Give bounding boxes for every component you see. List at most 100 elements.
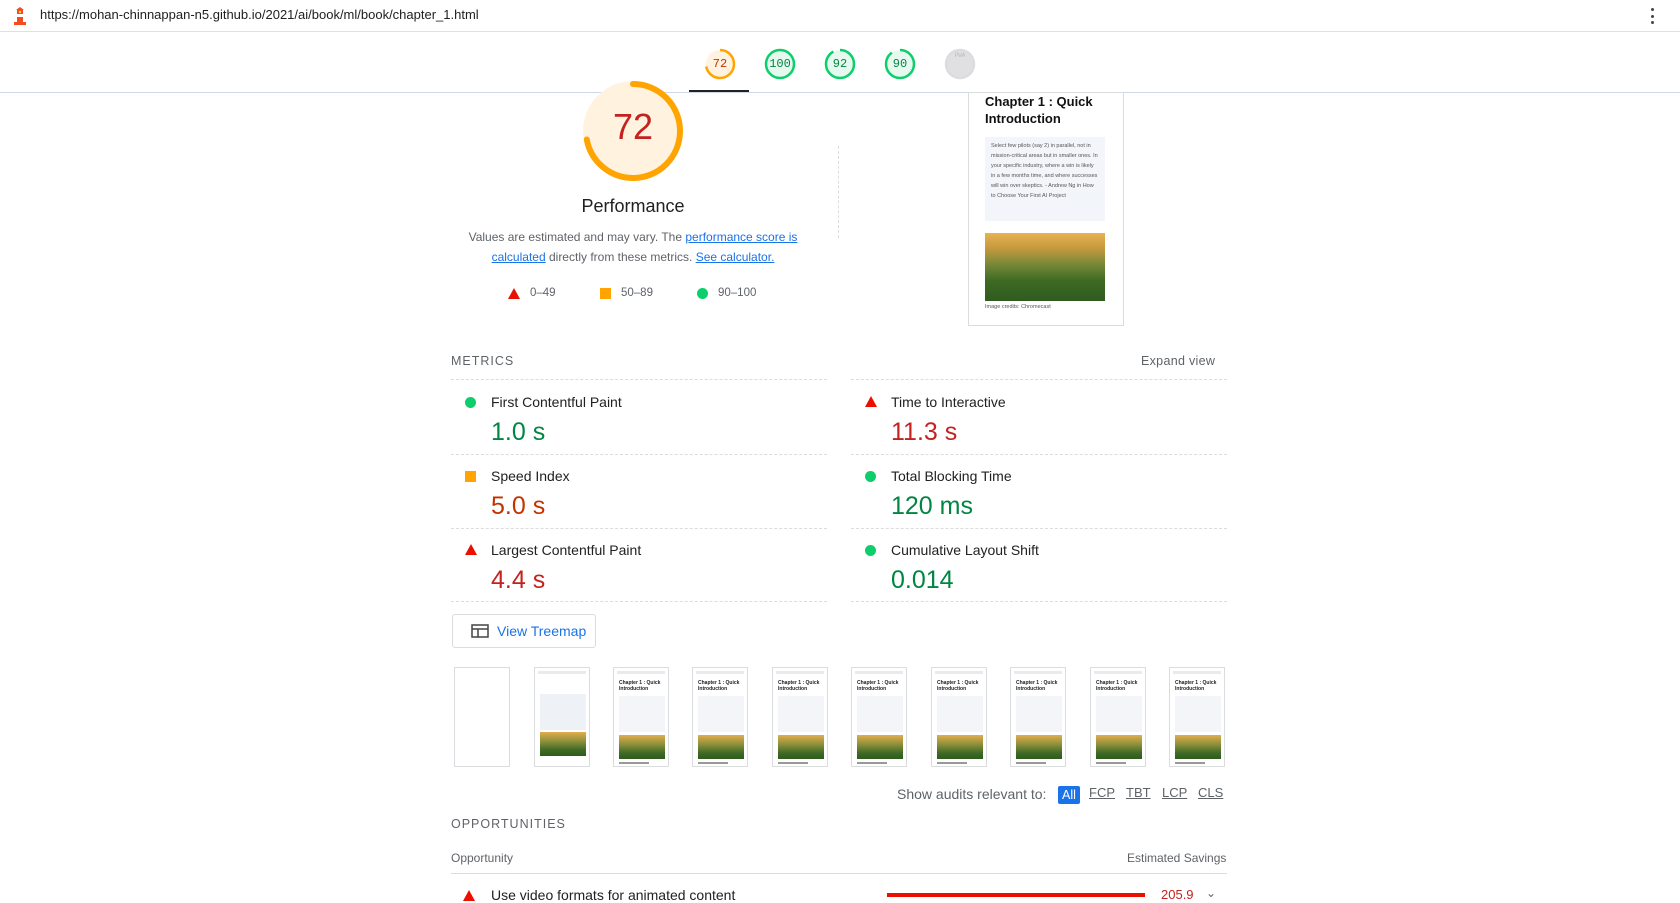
performance-description: Values are estimated and may vary. The p… xyxy=(464,227,802,267)
metric-name: Speed Index xyxy=(491,468,570,484)
treemap-icon xyxy=(471,624,489,638)
expand-view-toggle[interactable]: Expand view xyxy=(1141,354,1215,368)
filmstrip-frame: Chapter 1 : Quick Introduction xyxy=(772,667,828,767)
divider xyxy=(851,454,1227,455)
final-screenshot[interactable]: Chapter 1 : Quick Introduction Select fe… xyxy=(968,92,1124,326)
filter-fcp-chip[interactable]: FCP xyxy=(1089,785,1115,800)
fail-triangle-icon xyxy=(865,396,877,407)
divider xyxy=(851,528,1227,529)
metrics-heading: METRICS xyxy=(451,354,515,368)
pwa-score-gauge[interactable]: PWA xyxy=(943,47,977,81)
category-score: 90 xyxy=(892,57,908,71)
page-url: https://mohan-chinnappan-n5.github.io/20… xyxy=(40,7,479,22)
screenshot-quote: Select few pilots (say 2) in parallel, n… xyxy=(985,137,1105,221)
screenshot-title: Chapter 1 : Quick Introduction xyxy=(985,94,1093,126)
metric-name: Largest Contentful Paint xyxy=(491,542,642,558)
active-category-underline xyxy=(689,90,749,92)
legend-range: 0–49 xyxy=(530,287,556,299)
frame-title: Chapter 1 : Quick Introduction xyxy=(857,680,899,692)
divider xyxy=(451,379,827,380)
frame-title: Chapter 1 : Quick Introduction xyxy=(1096,680,1138,692)
square-icon xyxy=(600,287,611,299)
filmstrip-frame xyxy=(534,667,590,767)
legend-average: 50–89 xyxy=(600,287,653,299)
category-score-header: 72 100 92 90 PWA xyxy=(0,32,1680,93)
divider xyxy=(451,454,827,455)
filter-all-chip[interactable]: All xyxy=(1058,786,1080,804)
metric-name: Time to Interactive xyxy=(891,394,1006,410)
accessibility-score-gauge[interactable]: 100 xyxy=(763,47,797,81)
metric-name: Total Blocking Time xyxy=(891,468,1012,484)
fail-triangle-icon xyxy=(463,890,475,901)
frame-title: Chapter 1 : Quick Introduction xyxy=(778,680,820,692)
filmstrip-frame: Chapter 1 : Quick Introduction xyxy=(1169,667,1225,767)
address-bar: https://mohan-chinnappan-n5.github.io/20… xyxy=(0,0,1680,32)
divider xyxy=(851,379,1227,380)
frame-title: Chapter 1 : Quick Introduction xyxy=(698,680,740,692)
metric-value: 5.0 s xyxy=(491,492,546,520)
filmstrip-frame: Chapter 1 : Quick Introduction xyxy=(692,667,748,767)
divider xyxy=(451,528,827,529)
category-score: PWA xyxy=(954,52,966,59)
opportunities-heading: OPPORTUNITIES xyxy=(451,817,566,831)
pass-circle-icon xyxy=(465,397,476,408)
view-treemap-button[interactable]: View Treemap xyxy=(452,614,596,648)
metric-value: 1.0 s xyxy=(491,418,546,446)
circle-icon xyxy=(697,287,708,299)
see-calculator-link[interactable]: See calculator. xyxy=(696,250,775,264)
frame-title: Chapter 1 : Quick Introduction xyxy=(1175,680,1217,692)
filter-lcp-chip[interactable]: LCP xyxy=(1162,785,1187,800)
metric-tti: Time to Interactive 11.3 s xyxy=(851,384,1221,454)
best-practices-score-gauge[interactable]: 92 xyxy=(823,47,857,81)
screenshot-landscape-image xyxy=(985,233,1105,301)
opportunity-title[interactable]: Use video formats for animated content xyxy=(491,887,735,903)
desc-text-2: directly from these metrics. xyxy=(545,250,696,264)
filter-cls-chip[interactable]: CLS xyxy=(1198,785,1223,800)
metric-fcp: First Contentful Paint 1.0 s xyxy=(451,384,821,454)
frame-title: Chapter 1 : Quick Introduction xyxy=(619,680,661,692)
savings-bar xyxy=(887,893,1145,897)
triangle-icon xyxy=(508,287,520,299)
opportunity-column-header: Opportunity xyxy=(451,851,514,865)
divider xyxy=(451,873,1227,874)
performance-score-gauge[interactable]: 72 xyxy=(703,47,737,81)
kebab-menu-icon[interactable] xyxy=(1646,6,1658,26)
average-square-icon xyxy=(465,471,476,482)
savings-column-header: Estimated Savings xyxy=(1127,851,1227,865)
metric-value: 4.4 s xyxy=(491,566,546,594)
category-score: 100 xyxy=(769,57,791,71)
seo-score-gauge[interactable]: 90 xyxy=(883,47,917,81)
metric-name: First Contentful Paint xyxy=(491,394,622,410)
pass-circle-icon xyxy=(865,471,876,482)
chevron-down-icon[interactable]: ⌄ xyxy=(1206,886,1216,900)
metric-value: 0.014 xyxy=(891,566,954,594)
filmstrip-frame: Chapter 1 : Quick Introduction xyxy=(1010,667,1066,767)
category-score: 92 xyxy=(832,57,848,71)
filmstrip-frame: Chapter 1 : Quick Introduction xyxy=(931,667,987,767)
metric-value: 120 ms xyxy=(891,492,973,520)
pass-circle-icon xyxy=(865,545,876,556)
filmstrip-frame: Chapter 1 : Quick Introduction xyxy=(1090,667,1146,767)
audit-filter-label: Show audits relevant to: xyxy=(897,786,1047,802)
frame-title: Chapter 1 : Quick Introduction xyxy=(937,680,979,692)
performance-title: Performance xyxy=(581,196,685,216)
filmstrip-frame xyxy=(454,667,510,767)
category-score: 72 xyxy=(712,57,728,71)
filter-tbt-chip[interactable]: TBT xyxy=(1126,785,1151,800)
legend-fail: 0–49 xyxy=(508,287,556,299)
performance-score: 72 xyxy=(612,106,654,147)
view-treemap-label: View Treemap xyxy=(497,623,587,639)
metric-name: Cumulative Layout Shift xyxy=(891,542,1039,558)
legend-range: 50–89 xyxy=(621,287,653,299)
divider xyxy=(838,146,839,238)
metric-speed-index: Speed Index 5.0 s xyxy=(451,458,821,528)
legend-range: 90–100 xyxy=(718,287,757,299)
metric-cls: Cumulative Layout Shift 0.014 xyxy=(851,532,1221,602)
filmstrip-frame: Chapter 1 : Quick Introduction xyxy=(851,667,907,767)
frame-title: Chapter 1 : Quick Introduction xyxy=(1016,680,1058,692)
metric-lcp: Largest Contentful Paint 4.4 s xyxy=(451,532,821,602)
divider xyxy=(851,601,1227,602)
desc-text: Values are estimated and may vary. The xyxy=(468,230,686,244)
legend-pass: 90–100 xyxy=(697,287,756,299)
screenshot-caption: Image credits: Chromecast xyxy=(985,304,1051,310)
